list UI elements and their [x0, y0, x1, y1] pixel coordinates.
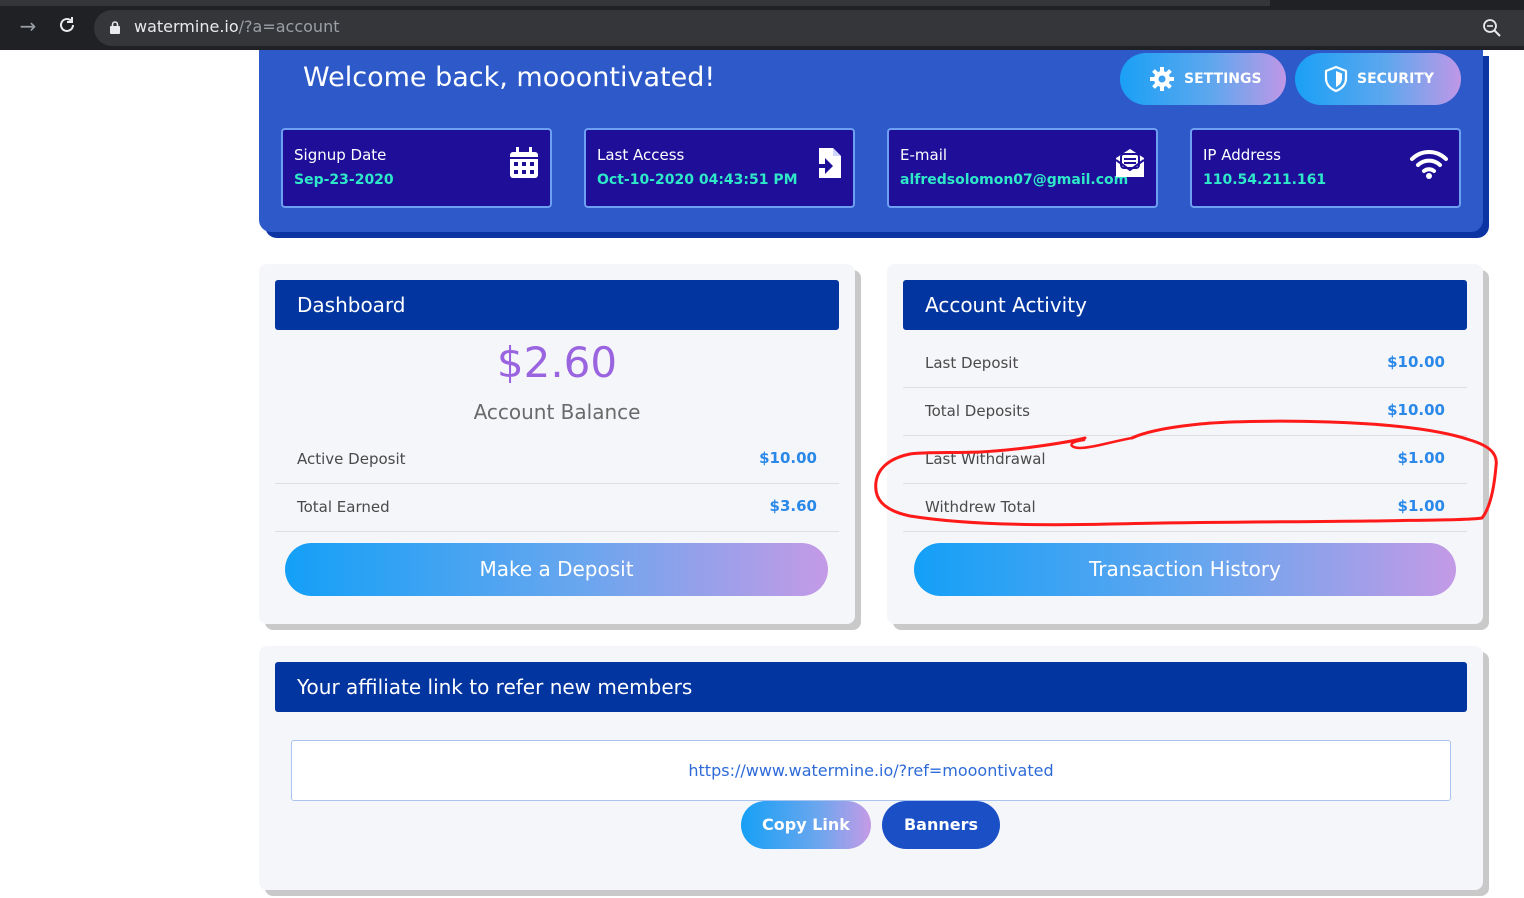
tab-strip	[0, 0, 1270, 6]
settings-label: SETTINGS	[1184, 71, 1262, 87]
forward-icon[interactable]: →	[17, 15, 39, 37]
zoom-icon[interactable]	[1482, 18, 1502, 38]
list-item: Last Withdrawal $1.00	[903, 436, 1467, 484]
dashboard-title: Dashboard	[275, 280, 839, 330]
reload-icon[interactable]	[56, 15, 78, 37]
list-item: Last Deposit $10.00	[903, 340, 1467, 388]
account-activity-title: Account Activity	[903, 280, 1467, 330]
affiliate-link-field[interactable]: https://www.watermine.io/?ref=mooontivat…	[291, 740, 1451, 801]
email-value: alfredsolomon07@gmail.com	[900, 172, 1129, 188]
url-text: watermine.io/?a=account	[134, 17, 340, 36]
login-icon	[813, 148, 841, 178]
settings-button[interactable]: SETTINGS	[1120, 53, 1286, 105]
last-access-value: Oct-10-2020 04:43:51 PM	[597, 172, 798, 188]
account-activity-panel: Account Activity Last Deposit $10.00 Tot…	[887, 264, 1483, 624]
signup-date-card: Signup Date Sep-23-2020	[281, 128, 552, 208]
signup-date-label: Signup Date	[294, 146, 387, 164]
ip-address-card: IP Address 110.54.211.161	[1190, 128, 1461, 208]
dashboard-panel: Dashboard $2.60 Account Balance Active D…	[259, 264, 855, 624]
transaction-history-button[interactable]: Transaction History	[914, 543, 1456, 596]
list-item: Withdrew Total $1.00	[903, 484, 1467, 532]
ip-address-label: IP Address	[1203, 146, 1281, 164]
lock-icon	[110, 21, 120, 34]
copy-link-button[interactable]: Copy Link	[741, 801, 871, 849]
envelope-icon	[1115, 149, 1145, 177]
security-button[interactable]: SECURITY	[1295, 53, 1461, 105]
gear-icon	[1150, 67, 1174, 91]
account-balance-value: $2.60	[496, 338, 618, 387]
account-balance-label: Account Balance	[473, 400, 641, 424]
shield-icon	[1324, 65, 1348, 93]
signup-date-value: Sep-23-2020	[294, 172, 394, 188]
list-item: Total Deposits $10.00	[903, 388, 1467, 436]
list-item: Total Earned $3.60	[275, 484, 839, 532]
list-item: Active Deposit $10.00	[275, 436, 839, 484]
affiliate-panel: Your affiliate link to refer new members…	[259, 646, 1483, 890]
calendar-icon	[510, 147, 538, 178]
email-card: E-mail alfredsolomon07@gmail.com	[887, 128, 1158, 208]
make-deposit-button[interactable]: Make a Deposit	[285, 543, 828, 596]
browser-toolbar: → watermine.io/?a=account	[0, 0, 1524, 50]
banners-button[interactable]: Banners	[882, 801, 1000, 849]
email-label: E-mail	[900, 146, 948, 164]
security-label: SECURITY	[1357, 71, 1434, 87]
address-bar[interactable]: watermine.io/?a=account	[94, 10, 1524, 46]
welcome-banner: Welcome back, mooontivated! SETTINGS SEC…	[259, 50, 1483, 232]
welcome-title: Welcome back, mooontivated!	[303, 62, 716, 93]
last-access-label: Last Access	[597, 146, 685, 164]
wifi-icon	[1410, 149, 1448, 179]
last-access-card: Last Access Oct-10-2020 04:43:51 PM	[584, 128, 855, 208]
ip-address-value: 110.54.211.161	[1203, 172, 1327, 188]
affiliate-title: Your affiliate link to refer new members	[275, 662, 1467, 712]
